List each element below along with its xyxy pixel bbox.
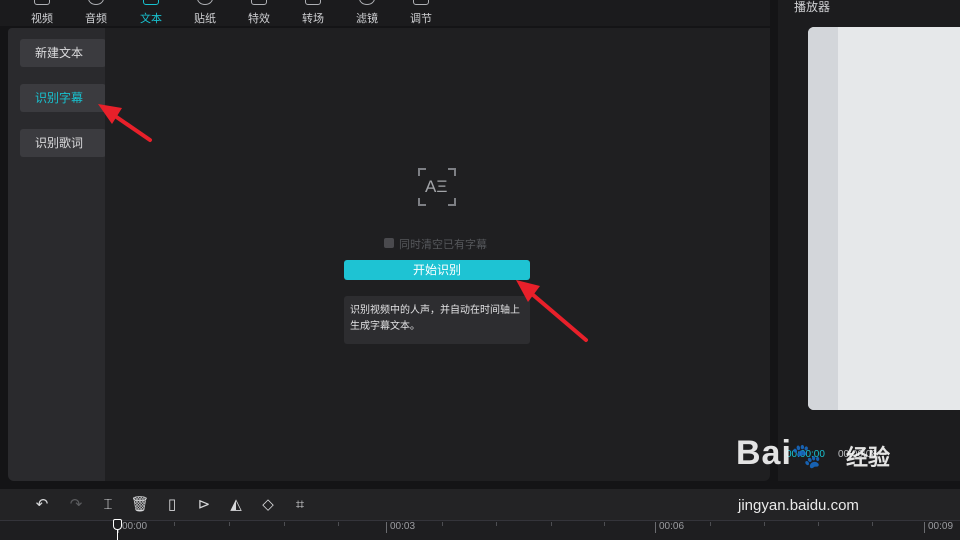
audio-icon (88, 0, 104, 5)
delete-icon[interactable]: 🗑 (130, 495, 150, 515)
rotate-icon[interactable]: ◇ (258, 495, 278, 515)
tab-transition[interactable]: 转场 (290, 0, 336, 26)
tab-effects[interactable]: 特效 (236, 0, 282, 26)
effects-icon (251, 0, 267, 5)
video-icon (34, 0, 50, 5)
start-recognition-button[interactable]: 开始识别 (344, 260, 530, 280)
freeze-frame-icon[interactable]: ▯ (162, 495, 182, 515)
reverse-icon[interactable]: ⊳ (194, 495, 214, 515)
ruler-tick: 00:06 (655, 522, 684, 533)
tab-sticker[interactable]: 贴纸 (182, 0, 228, 26)
sidebar-item-new-text[interactable]: 新建文本 (20, 39, 106, 67)
sidebar-item-recognize-lyrics[interactable]: 识别歌词 (20, 129, 106, 157)
sticker-icon (197, 0, 213, 5)
tab-label: 转场 (302, 13, 324, 25)
player-panel: 播放器 00:00:00 00:00:08 (778, 0, 960, 481)
time-ruler[interactable]: 00:00 00:03 00:06 00:09 (0, 520, 960, 540)
tab-label: 音频 (85, 13, 107, 25)
hint-line-1: 识别视频中的人声，并自动在时间轴上 (350, 305, 520, 316)
ruler-tick: 00:03 (386, 522, 415, 533)
ruler-tick: 00:00 (118, 522, 147, 533)
playhead[interactable] (113, 519, 122, 540)
tab-audio[interactable]: 音频 (73, 0, 119, 26)
clear-existing-label: 同时清空已有字幕 (399, 239, 487, 251)
tab-adjust[interactable]: 调节 (398, 0, 444, 26)
filter-icon (359, 0, 375, 5)
text-sidebar: 新建文本 识别字幕 识别歌词 (8, 28, 106, 481)
adjust-icon (413, 0, 429, 5)
watermark-url: jingyan.baidu.com (738, 497, 859, 514)
ruler-tick: 00:09 (924, 522, 953, 533)
paw-icon: 🐾 (791, 443, 823, 470)
redo-icon: ↷ (69, 496, 83, 513)
auto-caption-glyph: AΞ (425, 177, 448, 196)
undo-icon[interactable]: ↶ (32, 495, 52, 515)
watermark-logo-suffix: 经验 (846, 445, 891, 470)
tab-label: 视频 (31, 13, 53, 25)
crop-icon[interactable]: ⌗ (290, 495, 310, 515)
tab-label: 贴纸 (194, 13, 216, 25)
recognition-hint: 识别视频中的人声，并自动在时间轴上 生成字幕文本。 (344, 296, 530, 344)
clear-existing-checkbox[interactable] (384, 238, 394, 248)
video-preview[interactable] (808, 27, 960, 410)
auto-caption-icon: AΞ (418, 168, 456, 206)
player-title: 播放器 (794, 0, 831, 14)
split-icon[interactable]: ⌶ (98, 495, 118, 515)
tab-label: 特效 (248, 13, 270, 25)
media-toolbar: 视频 音频 文本 贴纸 特效 转场 滤镜 调节 (0, 0, 770, 26)
sidebar-item-recognize-subtitles[interactable]: 识别字幕 (20, 84, 106, 112)
tab-label: 文本 (140, 13, 162, 25)
text-icon (143, 0, 159, 5)
tab-filter[interactable]: 滤镜 (344, 0, 390, 26)
tab-text[interactable]: 文本 (128, 0, 174, 26)
watermark-logo: Bai🐾 (736, 434, 823, 472)
tab-video[interactable]: 视频 (19, 0, 65, 26)
hint-line-2: 生成字幕文本。 (350, 321, 420, 332)
baidu-jingyan-watermark: Bai🐾 经验 jingyan.baidu.com (736, 434, 916, 520)
transition-icon (305, 0, 321, 5)
tab-label: 滤镜 (356, 13, 378, 25)
mirror-icon[interactable]: ◭ (226, 495, 246, 515)
tab-label: 调节 (410, 13, 432, 25)
video-preview-shading (808, 27, 838, 410)
subtitle-recognition-panel: AΞ 同时清空已有字幕 开始识别 识别视频中的人声，并自动在时间轴上 生成字幕文… (105, 28, 770, 481)
